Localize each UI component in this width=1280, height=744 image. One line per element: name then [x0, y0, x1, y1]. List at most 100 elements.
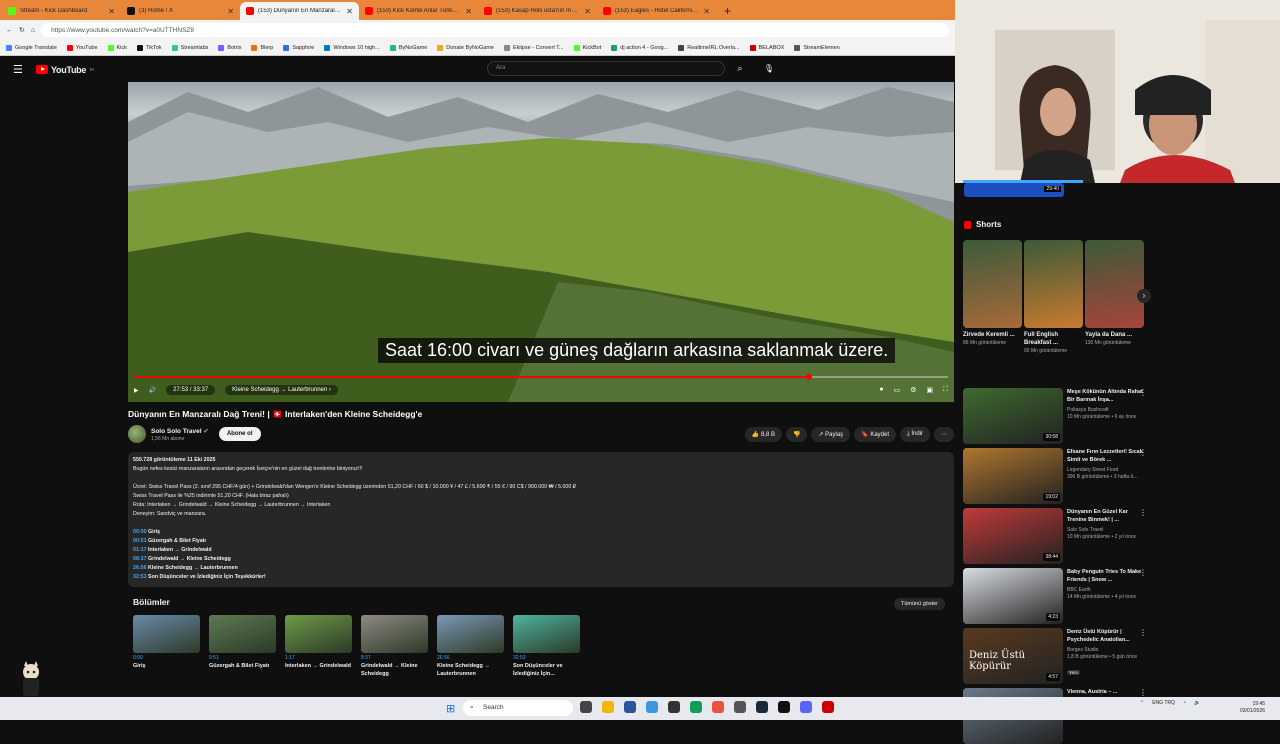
bookmark-item[interactable]: Streamlabs — [171, 44, 208, 51]
tab-close-icon[interactable]: ✕ — [346, 7, 353, 16]
settings-icon[interactable]: ⚙ — [910, 386, 916, 394]
youtube-app-icon[interactable] — [822, 701, 834, 713]
back-icon[interactable]: ← — [6, 27, 13, 34]
video-progress-bar[interactable] — [134, 374, 948, 380]
firefox-icon[interactable] — [712, 701, 724, 713]
subscribe-button[interactable]: Abone ol — [218, 427, 261, 441]
timestamp-link[interactable]: 00:51 — [133, 538, 147, 544]
bookmark-item[interactable]: Sapphire — [283, 44, 314, 51]
short-item[interactable]: Yayla da Dana ... 130 Mn görüntüleme — [1085, 240, 1144, 355]
video-channel[interactable]: Solo Solo Travel — [1067, 526, 1145, 534]
description-box[interactable]: 550.728 görüntüleme 11 Eki 2025 Bugün ne… — [128, 452, 954, 587]
play-icon[interactable]: ▶ — [134, 387, 139, 394]
url-field[interactable]: https://www.youtube.com/watch?v=a0UTTHNS… — [41, 23, 949, 37]
video-player[interactable]: Saat 16:00 civarı ve güneş dağların arka… — [128, 82, 954, 402]
bookmark-item[interactable]: BELABOX — [749, 44, 784, 51]
bookmark-item[interactable]: dj action 4 - Goog... — [611, 44, 668, 51]
video-channel[interactable]: Legendary Street Food — [1067, 466, 1145, 474]
video-channel[interactable]: Borges Studio — [1067, 646, 1145, 654]
bookmark-item[interactable]: Blerp — [251, 44, 273, 51]
tab-close-icon[interactable]: ✕ — [584, 7, 591, 16]
channel-name[interactable]: Solo Solo Travel ✔ — [151, 427, 209, 435]
edge-icon[interactable] — [690, 701, 702, 713]
short-item[interactable]: Zirvede Keremli ... 86 Mn görüntüleme — [963, 240, 1022, 355]
browser-tab[interactable]: (153) Dünyanın En Manzaralı Dağ ✕ — [240, 2, 359, 20]
video-thumbnail[interactable]: 38:44 — [963, 508, 1063, 564]
current-video-thumb[interactable]: 29:40 — [964, 183, 1064, 197]
tab-close-icon[interactable]: ✕ — [108, 7, 115, 16]
home-icon[interactable]: ⌂ — [31, 27, 35, 34]
bookmark-item[interactable]: Botrix — [218, 44, 241, 51]
steam-icon[interactable] — [756, 701, 768, 713]
browser-tab[interactable]: (153) Eagles - Hotel California (Liv ✕ — [597, 2, 716, 20]
video-channel[interactable]: Poltasya Bushcraft — [1067, 406, 1145, 414]
short-thumbnail[interactable] — [1085, 240, 1144, 328]
tab-close-icon[interactable]: ✕ — [703, 7, 710, 16]
recommended-video[interactable]: 38:44 Dünyanın En Güzel Kar Trenine Binme… — [963, 508, 1273, 564]
chapter-thumbnail[interactable] — [209, 615, 276, 653]
share-button[interactable]: ↗ Paylaş — [811, 426, 851, 442]
miniplayer-icon[interactable]: ▣ — [926, 386, 933, 394]
shorts-next-icon[interactable]: › — [1137, 289, 1151, 303]
browser-tab[interactable]: (153) Kick Komik Anlar Türkiye Re ✕ — [359, 2, 478, 20]
store-icon[interactable] — [624, 701, 636, 713]
tray-chevron-icon[interactable]: ⌃ — [1140, 700, 1144, 706]
scrubber-handle[interactable] — [805, 374, 812, 380]
recommended-video[interactable]: Deniz Üstü Köpürür 4:57 Deniz Üstü Köpürür… — [963, 628, 1273, 684]
chapter-item[interactable]: 0:00 Giriş — [133, 615, 200, 678]
reload-icon[interactable]: ↻ — [19, 26, 25, 34]
windows-start-icon[interactable]: ⊞ — [446, 702, 455, 715]
menu-icon[interactable]: ☰ — [13, 63, 25, 76]
youtube-logo[interactable]: YouTube TR — [36, 65, 94, 75]
browser-tab[interactable]: (153) Kasap Holli usta'nın meşhur ✕ — [478, 2, 597, 20]
autoplay-toggle[interactable]: ● — [879, 386, 883, 394]
terminal-icon[interactable] — [734, 701, 746, 713]
bookmark-item[interactable]: KickBot — [573, 44, 601, 51]
tab-close-icon[interactable]: ✕ — [465, 7, 472, 16]
file-explorer-icon[interactable] — [602, 701, 614, 713]
timestamp-link[interactable]: 08:37 — [133, 556, 147, 562]
chapter-thumbnail[interactable] — [437, 615, 504, 653]
wifi-icon[interactable]: ◔ — [1183, 700, 1186, 706]
recommended-video[interactable]: 19:02 Efsane Fırın Lezzetleri! Sıcak Simi… — [963, 448, 1273, 504]
chapter-thumbnail[interactable] — [361, 615, 428, 653]
chapter-thumbnail[interactable] — [133, 615, 200, 653]
chapter-item[interactable]: 8:37 Grindelwald → Kleine Scheidegg — [361, 615, 428, 678]
download-button[interactable]: ⤓ İndir — [900, 426, 930, 442]
recommended-video[interactable]: 4:23 Baby Penguin Tries To Make Friends |… — [963, 568, 1273, 624]
video-channel[interactable]: BBC Earth — [1067, 586, 1145, 594]
short-thumbnail[interactable] — [963, 240, 1022, 328]
chapter-thumbnail[interactable] — [285, 615, 352, 653]
fullscreen-icon[interactable]: ⛶ — [943, 386, 948, 394]
short-item[interactable]: Full English Breakfast ... 90 Mn görüntül… — [1024, 240, 1083, 355]
save-button[interactable]: 🔖 Kaydet — [854, 426, 896, 442]
timestamp-link[interactable]: 01:17 — [133, 547, 147, 553]
chapter-title[interactable]: Kleine Scheidegg → Lauterbrunnen › — [225, 385, 338, 395]
discord-icon[interactable] — [800, 701, 812, 713]
bookmark-item[interactable]: StreamElemen — [794, 44, 840, 51]
bookmark-item[interactable]: Kick — [107, 44, 127, 51]
microphone-icon[interactable]: 🎙 — [761, 61, 777, 76]
bookmark-item[interactable]: YouTube — [66, 44, 98, 51]
bookmark-item[interactable]: Windows 10 high... — [324, 44, 380, 51]
timestamp-link[interactable]: 26:56 — [133, 565, 147, 571]
chapter-item[interactable]: 0:51 Güzergah & Bilet Fiyatı — [209, 615, 276, 678]
chapter-thumbnail[interactable] — [513, 615, 580, 653]
bookmark-item[interactable]: Eklipse - Convert T... — [503, 44, 564, 51]
timestamp-link[interactable]: 00:00 — [133, 529, 147, 535]
subtitles-icon[interactable]: ▭ — [894, 386, 901, 394]
short-thumbnail[interactable] — [1024, 240, 1083, 328]
video-thumbnail[interactable]: 30:58 — [963, 388, 1063, 444]
tray-language[interactable]: ENG TRQ — [1152, 700, 1175, 706]
bookmark-item[interactable]: TikTok — [136, 44, 162, 51]
volume-icon[interactable]: 🔊 — [149, 387, 156, 394]
tab-close-icon[interactable]: ✕ — [227, 7, 234, 16]
bookmark-item[interactable]: Donate ByNoGame — [437, 44, 494, 51]
search-icon[interactable]: ⌕ — [729, 61, 751, 76]
chapter-item[interactable]: 32:53 Son Düşünceler ve İzlediğiniz İçin.… — [513, 615, 580, 678]
taskbar-search[interactable]: ⌕ Search — [463, 700, 573, 716]
bookmark-item[interactable]: ByNoGame — [389, 44, 427, 51]
chapter-item[interactable]: 1:17 Interlaken → Grindelwald — [285, 615, 352, 678]
show-all-chapters-button[interactable]: Tümünü göster — [894, 598, 945, 610]
video-thumbnail[interactable]: 19:02 — [963, 448, 1063, 504]
